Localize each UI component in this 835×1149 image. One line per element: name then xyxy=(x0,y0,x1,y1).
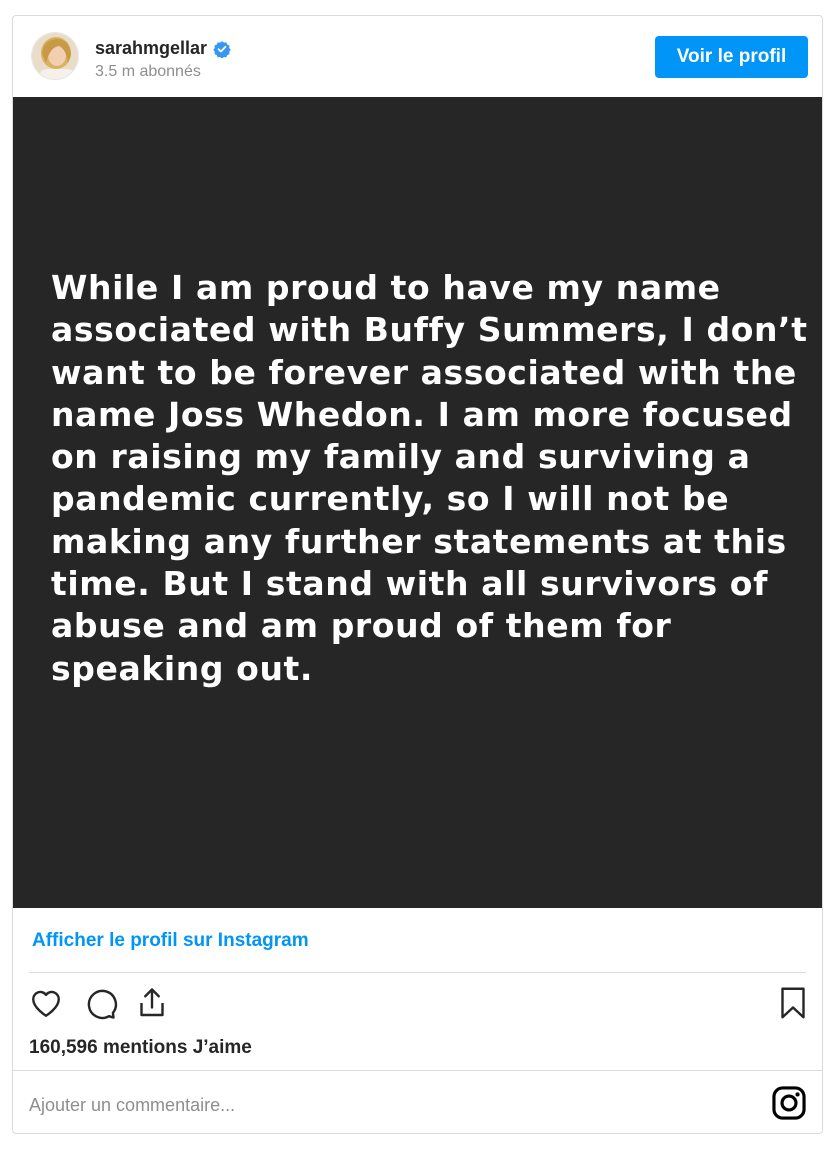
divider xyxy=(13,1070,822,1071)
heart-icon xyxy=(32,990,60,1017)
avatar[interactable] xyxy=(31,32,79,80)
like-button[interactable] xyxy=(27,984,65,1022)
instagram-icon xyxy=(772,1086,806,1120)
comment-icon xyxy=(87,989,118,1020)
instagram-embed-card: sarahmgellar 3.5 m abonnés Voir le profi… xyxy=(12,15,823,1134)
username[interactable]: sarahmgellar xyxy=(95,38,207,59)
comment-button[interactable] xyxy=(81,984,119,1022)
instagram-logo-button[interactable] xyxy=(770,1084,808,1122)
like-count[interactable]: 160,596 mentions J’aime xyxy=(29,1037,252,1059)
divider xyxy=(29,972,806,973)
post-image[interactable]: While I am proud to have my name associa… xyxy=(13,97,822,908)
verified-badge-icon xyxy=(213,40,231,58)
follower-count: 3.5 m abonnés xyxy=(95,63,201,80)
post-header: sarahmgellar 3.5 m abonnés Voir le profi… xyxy=(13,16,822,98)
view-profile-on-instagram-link[interactable]: Afficher le profil sur Instagram xyxy=(32,930,309,952)
save-button[interactable] xyxy=(774,984,812,1022)
bookmark-icon xyxy=(781,987,805,1019)
post-statement-text: While I am proud to have my name associa… xyxy=(51,268,808,688)
add-comment-input[interactable]: Ajouter un commentaire... xyxy=(29,1095,235,1116)
share-icon xyxy=(140,988,164,1017)
avatar-image xyxy=(32,33,78,79)
action-bar xyxy=(27,984,812,1024)
view-profile-button[interactable]: Voir le profil xyxy=(655,36,808,78)
share-button[interactable] xyxy=(133,984,171,1022)
username-row: sarahmgellar xyxy=(95,38,231,59)
